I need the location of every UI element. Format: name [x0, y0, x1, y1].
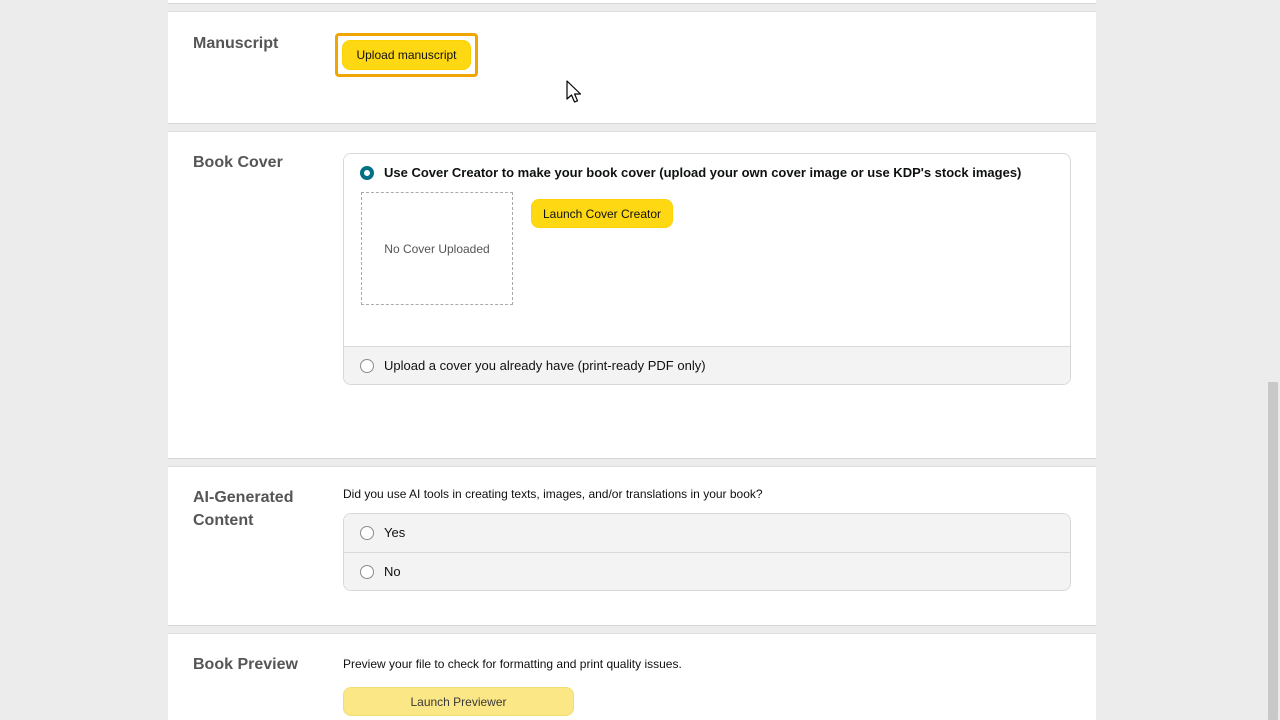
launch-cover-creator-button[interactable]: Launch Cover Creator [531, 199, 673, 228]
cover-creator-radio[interactable] [360, 166, 374, 180]
upload-manuscript-button[interactable]: Upload manuscript [342, 40, 471, 70]
book-preview-section: Book Preview Preview your file to check … [168, 633, 1096, 720]
cover-creator-option-label: Use Cover Creator to make your book cove… [384, 165, 1022, 180]
upload-cover-radio[interactable] [360, 358, 374, 373]
manuscript-title: Manuscript [193, 35, 279, 52]
cover-creator-option-panel: Use Cover Creator to make your book cove… [344, 154, 1070, 346]
upload-cover-option[interactable]: Upload a cover you already have (print-r… [344, 346, 1070, 384]
book-preview-description: Preview your file to check for formattin… [343, 657, 682, 671]
page-scrollbar-thumb[interactable] [1268, 382, 1278, 720]
ai-content-options-box: Yes No [343, 513, 1071, 591]
ai-yes-radio[interactable] [360, 526, 374, 540]
page-scrollbar-track[interactable] [1266, 0, 1280, 720]
ai-option-no[interactable]: No [344, 552, 1070, 590]
ai-no-label: No [384, 563, 401, 579]
book-cover-section: Book Cover Use Cover Creator to make you… [168, 131, 1096, 459]
ai-no-radio[interactable] [360, 564, 374, 579]
ai-content-section: AI-Generated Content Did you use AI tool… [168, 466, 1096, 626]
manuscript-section: Manuscript Upload manuscript [168, 11, 1096, 124]
cover-preview-placeholder: No Cover Uploaded [361, 192, 513, 305]
cover-creator-option[interactable]: Use Cover Creator to make your book cove… [360, 165, 1021, 181]
kdp-paperback-content-page: Manuscript Upload manuscript Book Cover … [0, 0, 1280, 720]
ai-content-title: AI-Generated Content [193, 486, 293, 532]
ai-content-title-line1: AI-Generated [193, 489, 294, 506]
book-cover-title: Book Cover [193, 154, 283, 171]
ai-yes-label: Yes [384, 525, 406, 540]
ai-content-question: Did you use AI tools in creating texts, … [343, 487, 763, 501]
ai-option-yes[interactable]: Yes [344, 514, 1070, 552]
no-cover-text: No Cover Uploaded [384, 241, 490, 256]
ai-content-title-line2: Content [193, 512, 254, 529]
mouse-pointer-icon [566, 80, 582, 103]
previous-section-bottom [168, 0, 1096, 4]
upload-cover-option-label: Upload a cover you already have (print-r… [384, 357, 706, 373]
launch-previewer-button[interactable]: Launch Previewer [343, 687, 574, 716]
book-preview-title: Book Preview [193, 656, 298, 673]
cover-options-box: Use Cover Creator to make your book cove… [343, 153, 1071, 385]
